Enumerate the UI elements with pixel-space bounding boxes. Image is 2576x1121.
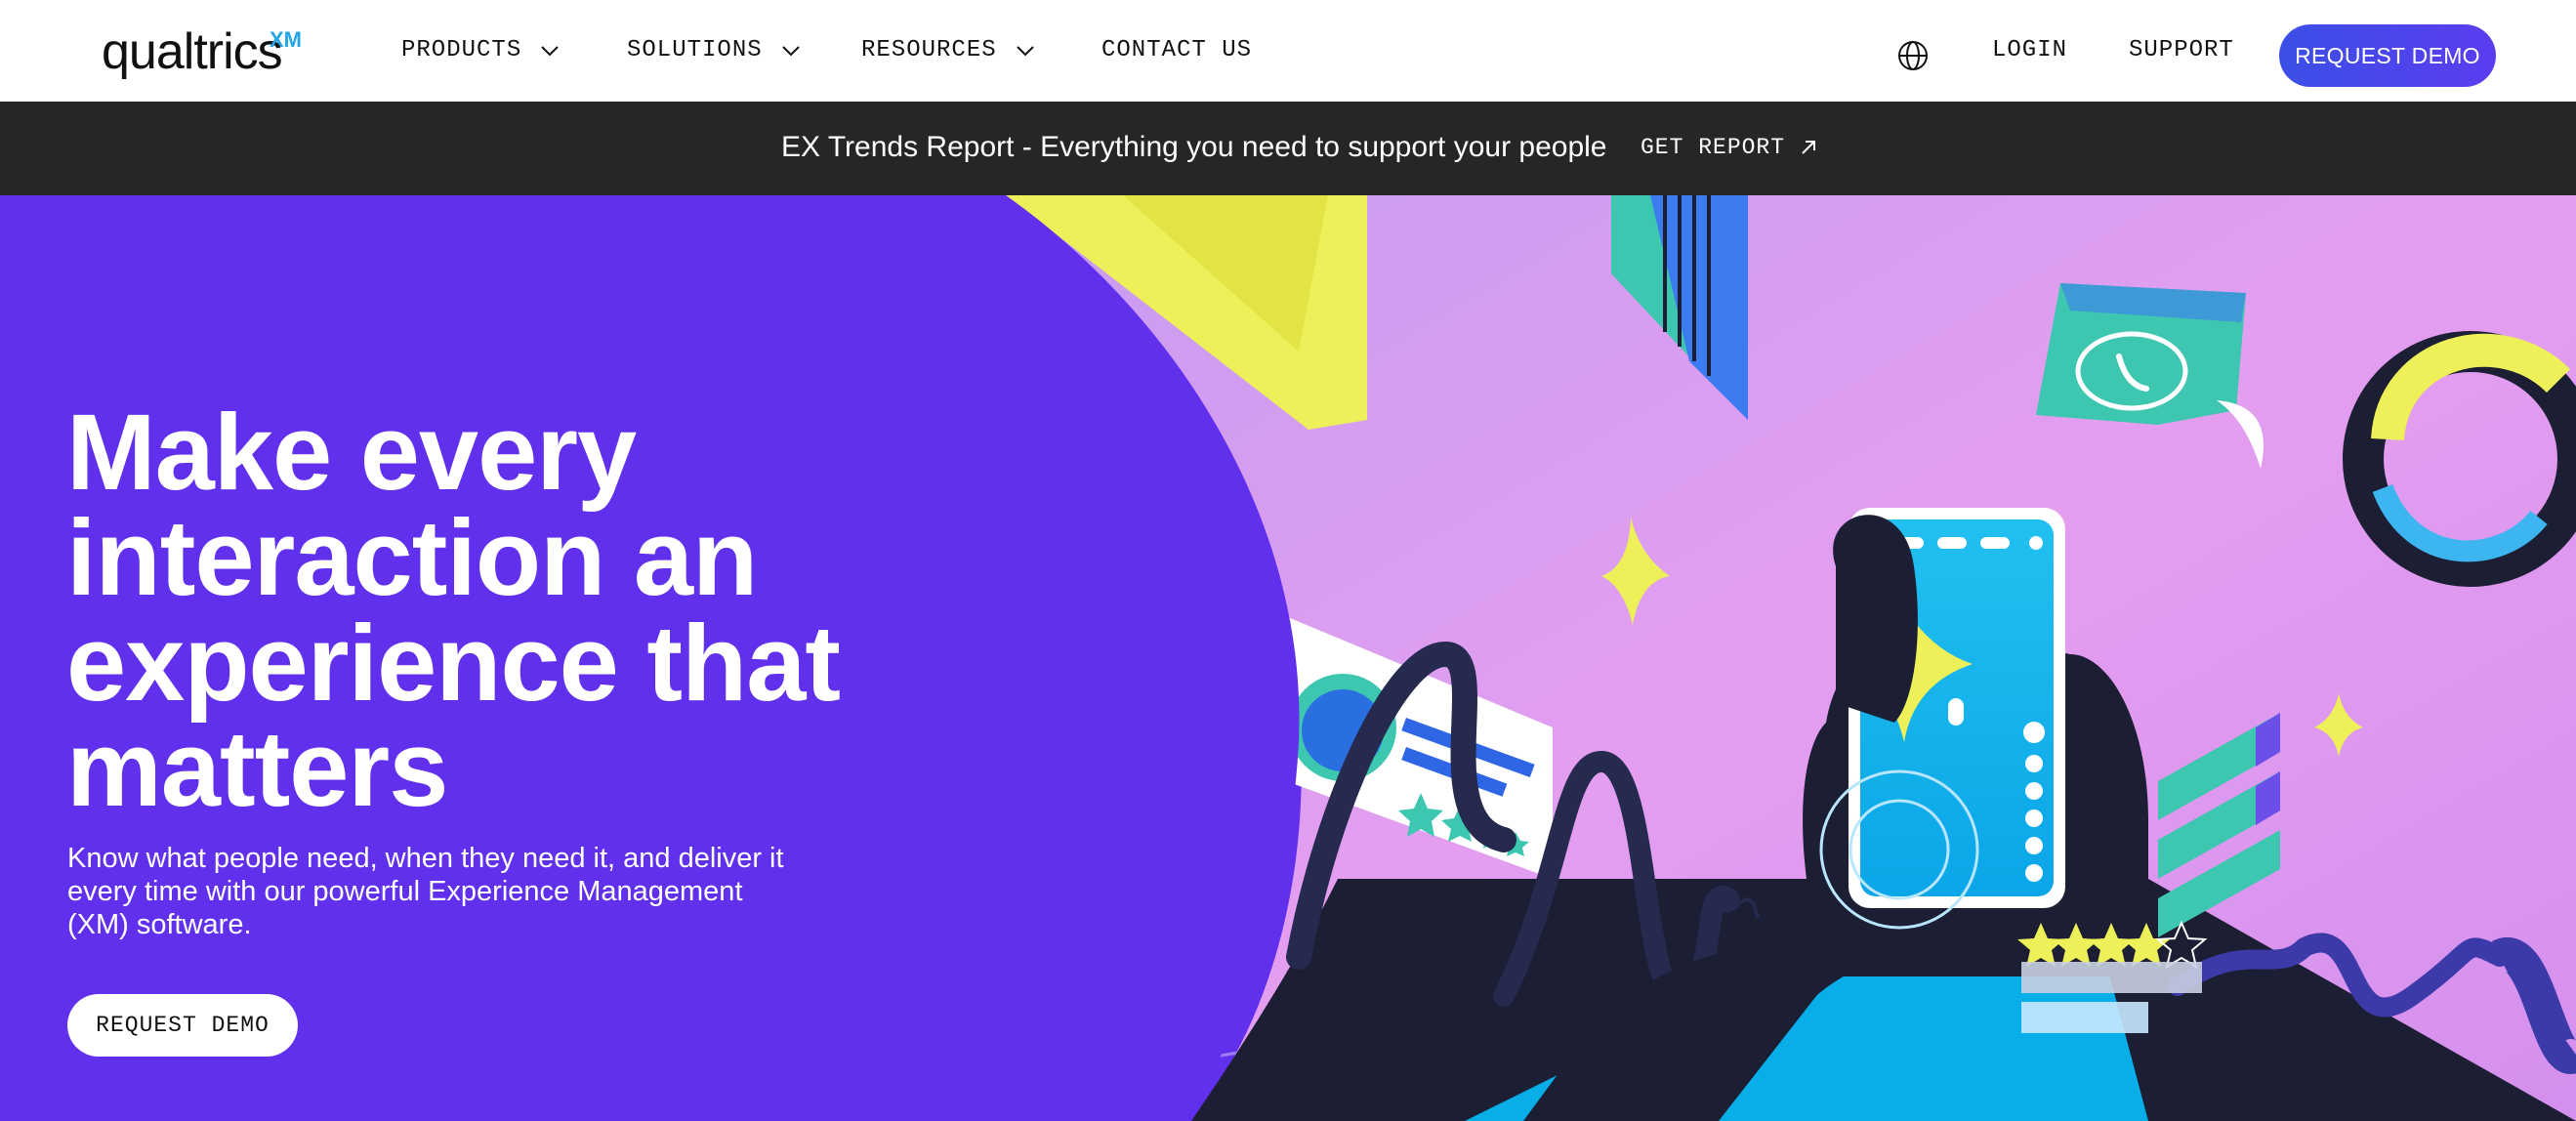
nav-contact-us[interactable]: CONTACT US: [1101, 37, 1252, 63]
get-report-label: GET REPORT: [1641, 135, 1786, 160]
nav-resources[interactable]: RESOURCES: [861, 37, 1036, 63]
request-demo-button-nav[interactable]: REQUEST DEMO: [2279, 24, 2496, 87]
globe-icon[interactable]: [1896, 39, 1930, 72]
nav-contact-label: CONTACT US: [1101, 37, 1253, 63]
arrow-up-right-icon: [1802, 141, 1816, 154]
top-nav: qualtrics XM PRODUCTS SOLUTIONS RESOURCE…: [0, 0, 2576, 102]
nav-resources-label: RESOURCES: [861, 37, 997, 63]
support-label: SUPPORT: [2129, 37, 2234, 63]
hero-headline: Make every interaction an experience tha…: [66, 393, 841, 829]
announcement-bar: EX Trends Report - Everything you need t…: [0, 102, 2576, 195]
hero-subhead: Know what people need, when they need it…: [67, 843, 784, 940]
chevron-down-icon: [1016, 45, 1034, 56]
announcement-text: EX Trends Report - Everything you need t…: [781, 131, 1607, 163]
get-report-link[interactable]: GET REPORT: [1641, 135, 1818, 160]
nav-solutions[interactable]: SOLUTIONS: [627, 37, 802, 63]
nav-solutions-label: SOLUTIONS: [627, 37, 763, 63]
logo-wordmark: qualtrics: [102, 23, 283, 80]
login-label: LOGIN: [1992, 37, 2068, 63]
nav-products[interactable]: PRODUCTS: [401, 37, 561, 63]
chevron-down-icon: [541, 45, 559, 56]
nav-products-label: PRODUCTS: [401, 37, 522, 63]
chevron-down-icon: [781, 45, 800, 56]
support-link[interactable]: SUPPORT: [2129, 37, 2234, 63]
login-link[interactable]: LOGIN: [1992, 37, 2067, 63]
phone-call-bubble: [2036, 283, 2246, 425]
logo-xm-mark: XM: [270, 27, 302, 52]
hero-section: Make every interaction an experience tha…: [0, 195, 2576, 1121]
request-demo-button-hero[interactable]: REQUEST DEMO: [67, 994, 298, 1057]
qualtrics-logo[interactable]: qualtrics XM: [102, 18, 302, 86]
